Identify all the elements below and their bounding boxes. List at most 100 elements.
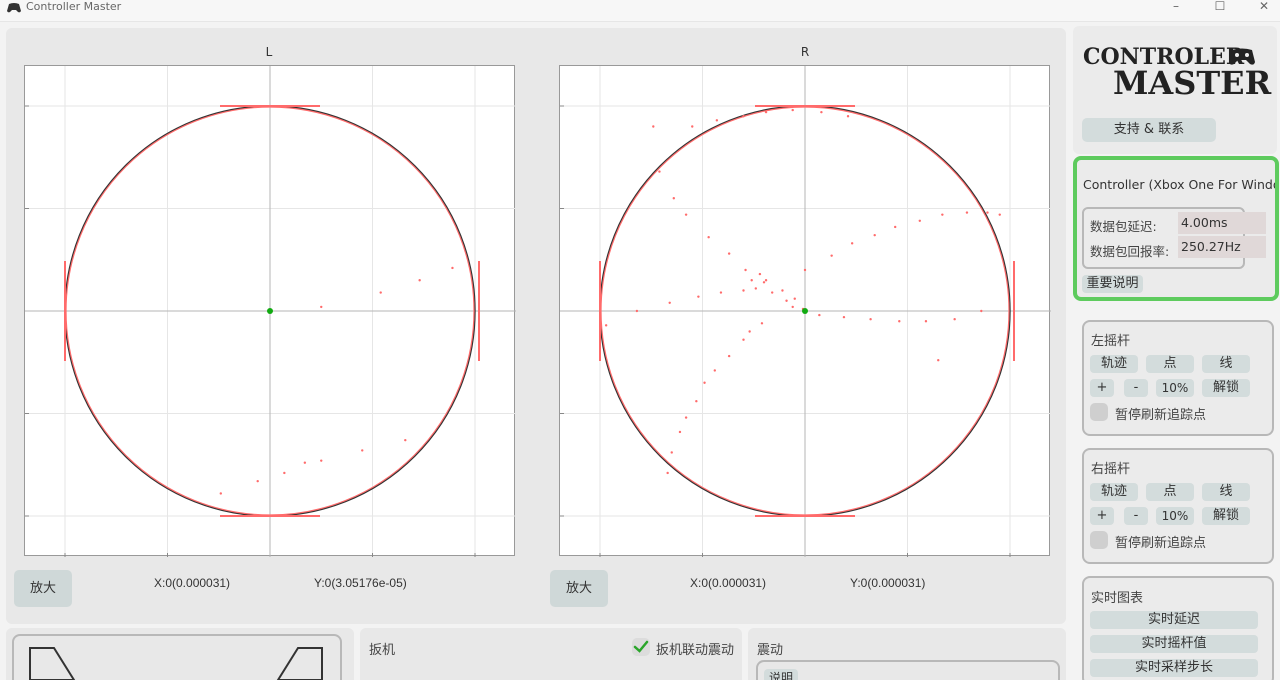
- left-dot-button[interactable]: 点: [1146, 355, 1194, 373]
- trace-point: [672, 197, 675, 200]
- trace-point: [869, 318, 872, 321]
- trace-point: [652, 125, 655, 128]
- trace-point: [283, 471, 286, 475]
- left-pause-label: 暂停刷新追踪点: [1115, 408, 1207, 423]
- trace-point: [320, 459, 323, 462]
- trace-point: [941, 213, 944, 216]
- trace-point: [320, 305, 323, 309]
- plots-panel: L 放大 X:0(0.000031) Y:0(3.05176e-05) R 放大…: [6, 28, 1066, 624]
- right-minus-button[interactable]: -: [1124, 507, 1148, 525]
- trace-point: [303, 461, 307, 464]
- trace-point: [748, 330, 751, 333]
- trigger-vibration-label: 扳机联动震动: [656, 643, 735, 658]
- gamepad-icon: [7, 3, 21, 13]
- trace-point: [379, 291, 382, 294]
- right-stick-group: 右摇杆 轨迹 点 线 + - 10% 解锁 暂停刷新追踪点: [1082, 448, 1274, 564]
- trace-point: [744, 268, 747, 272]
- close-button[interactable]: ✕: [1244, 0, 1280, 14]
- left-stick-title: 左摇杆: [1091, 334, 1131, 349]
- packet-stats-frame: 数据包延迟: 4.00ms 数据包回报率: 250.27Hz: [1082, 207, 1266, 269]
- trace-point: [803, 268, 807, 272]
- trace-point: [418, 279, 421, 282]
- trace-point: [219, 492, 222, 495]
- right-stick-plot: [559, 65, 1051, 557]
- trace-point: [791, 305, 794, 309]
- support-contact-button[interactable]: 支持 & 联系: [1082, 118, 1216, 142]
- trace-point: [980, 309, 983, 313]
- trace-point: [894, 225, 897, 229]
- realtime-sample-step-button[interactable]: 实时采样步长: [1090, 659, 1258, 677]
- right-percent-value: 10%: [1156, 507, 1194, 525]
- trace-point: [873, 233, 876, 237]
- right-pause-checkbox[interactable]: [1090, 531, 1108, 549]
- trace-point: [719, 291, 723, 294]
- left-zoom-button[interactable]: 放大: [14, 570, 72, 607]
- right-pause-label: 暂停刷新追踪点: [1115, 536, 1207, 551]
- right-zoom-button[interactable]: 放大: [550, 570, 608, 607]
- left-pause-checkbox[interactable]: [1090, 403, 1108, 421]
- trace-point: [758, 272, 762, 276]
- right-dot-button[interactable]: 点: [1146, 483, 1194, 501]
- trace-point: [670, 451, 673, 454]
- trace-point: [750, 279, 753, 282]
- left-trace-button[interactable]: 轨迹: [1090, 355, 1138, 373]
- left-plus-button[interactable]: +: [1090, 379, 1114, 397]
- trace-point: [742, 338, 745, 341]
- trigger-vibration-checkbox[interactable]: [632, 638, 650, 656]
- trigger-shapes-frame: [12, 634, 342, 680]
- latency-label: 数据包延迟:: [1090, 219, 1157, 234]
- trace-point: [715, 119, 719, 122]
- trace-point: [697, 295, 700, 298]
- maximize-button[interactable]: ☐: [1200, 0, 1240, 14]
- right-trigger-icon: [276, 647, 323, 680]
- left-stick-plot: [24, 65, 516, 557]
- right-x-readout: X:0(0.000031): [690, 576, 767, 590]
- latency-value: 4.00ms: [1178, 212, 1266, 234]
- left-line-button[interactable]: 线: [1202, 355, 1250, 373]
- realtime-stick-values-button[interactable]: 实时摇杆值: [1090, 635, 1258, 653]
- realtime-latency-button[interactable]: 实时延迟: [1090, 611, 1258, 629]
- window-title: Controller Master: [26, 0, 122, 13]
- vibration-panel: 震动 说明: [748, 628, 1066, 680]
- trace-point: [846, 115, 850, 118]
- minimize-button[interactable]: –: [1156, 0, 1196, 14]
- trace-point: [764, 110, 768, 114]
- trace-point: [361, 449, 364, 452]
- vibration-title: 震动: [757, 643, 784, 658]
- trace-point: [924, 320, 928, 323]
- left-stick-chart: [25, 66, 516, 557]
- right-trace-button[interactable]: 轨迹: [1090, 483, 1138, 501]
- realtime-group: 实时图表 实时延迟 实时摇杆值 实时采样步长: [1082, 576, 1274, 680]
- trace-point: [762, 281, 766, 284]
- trace-point: [820, 110, 823, 114]
- trace-point: [850, 242, 854, 245]
- left-minus-button[interactable]: -: [1124, 379, 1148, 397]
- stick-position-point: [267, 308, 273, 314]
- trace-point: [842, 315, 846, 319]
- trigger-shapes-panel: [6, 628, 354, 680]
- trace-point: [684, 416, 688, 419]
- trace-point: [256, 479, 259, 483]
- trace-point: [713, 369, 716, 372]
- right-plus-button[interactable]: +: [1090, 507, 1114, 525]
- trace-point: [727, 252, 731, 255]
- important-notes-button[interactable]: 重要说明: [1082, 275, 1143, 293]
- right-unlock-button[interactable]: 解锁: [1202, 507, 1250, 525]
- trace-point: [666, 471, 669, 475]
- trace-point: [695, 400, 698, 403]
- trace-point: [742, 289, 745, 292]
- left-percent-value: 10%: [1156, 379, 1194, 397]
- trace-point: [918, 219, 921, 222]
- trace-point: [791, 108, 794, 112]
- stick-position-point: [802, 308, 808, 314]
- explain-button[interactable]: 说明: [764, 669, 798, 680]
- trace-point: [760, 322, 764, 325]
- rate-value: 250.27Hz: [1178, 236, 1266, 258]
- trace-point: [703, 381, 706, 384]
- controller-info-panel: Controller (Xbox One For Windows) 数据包延迟:…: [1073, 156, 1279, 301]
- trace-point: [678, 430, 682, 434]
- left-unlock-button[interactable]: 解锁: [1202, 379, 1250, 397]
- left-stick-group: 左摇杆 轨迹 点 线 + - 10% 解锁 暂停刷新追踪点: [1082, 320, 1274, 436]
- right-line-button[interactable]: 线: [1202, 483, 1250, 501]
- trace-point: [707, 236, 710, 239]
